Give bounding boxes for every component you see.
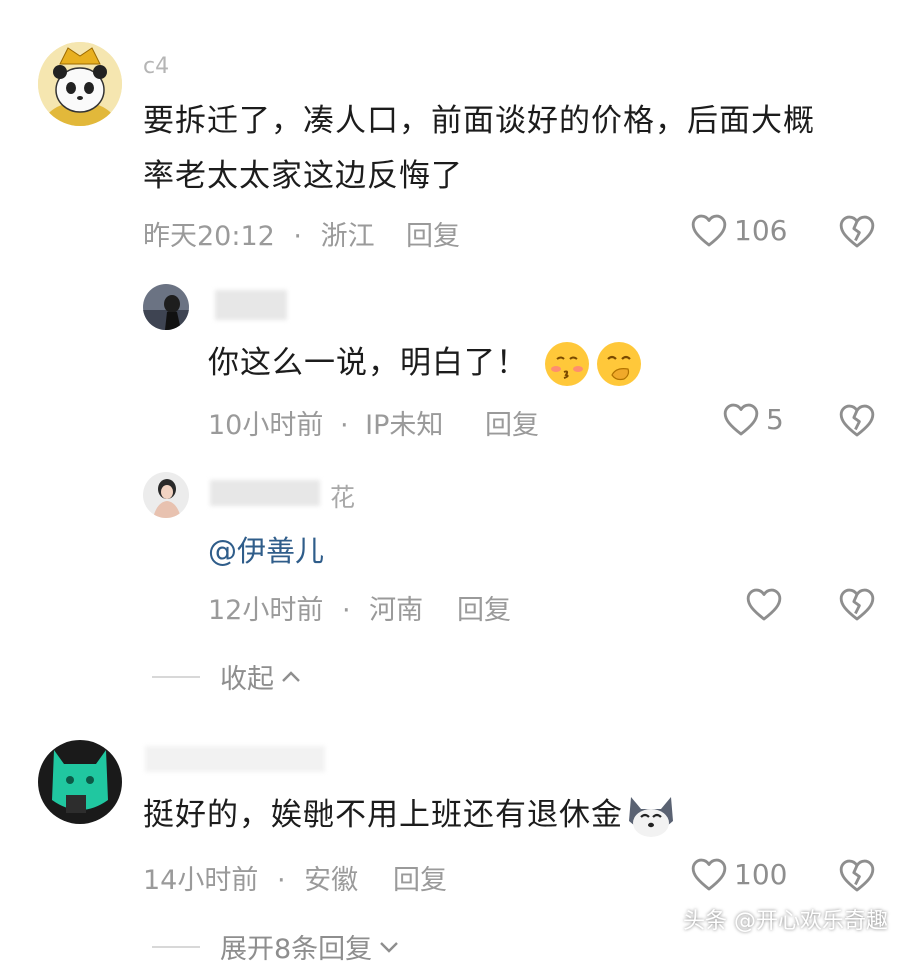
replier-1-username-blurred bbox=[215, 290, 287, 320]
portrait-avatar-icon bbox=[143, 284, 189, 330]
green-avatar-icon bbox=[38, 740, 122, 824]
commenter-2-username-blurred bbox=[145, 746, 325, 772]
reply-2-meta: 12小时前 · 河南 bbox=[208, 588, 423, 627]
comment-2-like-button[interactable]: 100 bbox=[690, 856, 787, 892]
divider-line bbox=[152, 945, 200, 948]
reply-1-text: 你这么一说，明白了！ bbox=[208, 338, 644, 389]
divider-line bbox=[152, 675, 200, 678]
comment-2-time: 14小时前 bbox=[143, 865, 259, 896]
collapse-replies-button[interactable]: 收起 bbox=[152, 657, 302, 696]
comment-2-location: 安徽 bbox=[304, 865, 359, 896]
expand-replies-button[interactable]: 展开8条回复 bbox=[152, 927, 400, 966]
avatar-commenter-2[interactable] bbox=[38, 740, 122, 824]
comment-1-meta: 昨天20:12 · 浙江 bbox=[143, 214, 375, 253]
meta-separator: · bbox=[276, 865, 286, 896]
comment-1-text-line1: 要拆迁了，凑人口，前面谈好的价格，后面大概 bbox=[143, 103, 815, 139]
comment-1-text-line2: 率老太太家这边反悔了 bbox=[143, 158, 463, 194]
husky-emoji-icon bbox=[629, 796, 673, 837]
reply-1-like-count: 5 bbox=[766, 402, 784, 436]
comment-2-like-count: 100 bbox=[734, 857, 788, 891]
broken-heart-icon bbox=[839, 215, 875, 248]
panda-avatar-icon bbox=[38, 42, 122, 126]
replier-2-username[interactable]: 花 bbox=[330, 478, 355, 514]
reply-2-time: 12小时前 bbox=[208, 595, 324, 626]
heart-icon bbox=[691, 214, 727, 247]
comment-2-text: 挺好的，娭毑不用上班还有退休金 bbox=[143, 790, 677, 841]
reply-2-location: 河南 bbox=[369, 595, 424, 626]
reply-2-dislike-button[interactable] bbox=[838, 586, 876, 626]
comment-1-time: 昨天20:12 bbox=[143, 221, 275, 252]
broken-heart-icon bbox=[839, 588, 875, 621]
chevron-up-icon bbox=[282, 670, 300, 682]
meta-separator: · bbox=[341, 595, 351, 626]
collapse-label: 收起 bbox=[220, 664, 274, 695]
comment-2-reply-button[interactable]: 回复 bbox=[393, 858, 447, 897]
comment-2-dislike-button[interactable] bbox=[838, 857, 876, 897]
cover-mouth-emoji-icon bbox=[597, 341, 641, 386]
comment-1-reply-button[interactable]: 回复 bbox=[406, 214, 460, 253]
watermark: 头条 @开心欢乐奇趣 bbox=[683, 909, 888, 934]
heart-icon bbox=[746, 588, 782, 621]
comment-1-like-count: 106 bbox=[734, 213, 788, 247]
reply-1-text-content: 你这么一说，明白了！ bbox=[208, 345, 528, 381]
meta-separator: · bbox=[339, 410, 349, 441]
comment-1-like-button[interactable]: 106 bbox=[690, 212, 787, 248]
heart-icon bbox=[691, 858, 727, 891]
comment-1-location: 浙江 bbox=[320, 221, 375, 252]
kiss-emoji-icon bbox=[545, 341, 589, 386]
avatar-replier-2[interactable] bbox=[143, 472, 189, 518]
avatar-commenter-1[interactable] bbox=[38, 42, 122, 126]
meta-separator: · bbox=[293, 221, 302, 252]
reply-2-like-button[interactable] bbox=[745, 586, 789, 622]
reply-1-reply-button[interactable]: 回复 bbox=[485, 403, 539, 442]
reply-1-dislike-button[interactable] bbox=[838, 402, 876, 442]
avatar-replier-1[interactable] bbox=[143, 284, 189, 330]
comment-1-dislike-button[interactable] bbox=[838, 213, 876, 253]
reply-1-meta: 10小时前 · IP未知 bbox=[208, 403, 443, 442]
replier-2-username-blurred bbox=[210, 480, 320, 506]
comment-2-text-content: 挺好的，娭毑不用上班还有退休金 bbox=[143, 797, 623, 833]
comment-2-meta: 14小时前 · 安徽 bbox=[143, 858, 358, 897]
reply-2-reply-button[interactable]: 回复 bbox=[457, 588, 511, 627]
reply-2-mention-link[interactable]: @伊善儿 bbox=[208, 528, 324, 570]
broken-heart-icon bbox=[839, 859, 875, 892]
expand-label: 展开8条回复 bbox=[220, 934, 373, 965]
reply-1-time: 10小时前 bbox=[208, 410, 324, 441]
reply-1-location: IP未知 bbox=[365, 410, 444, 441]
heart-icon bbox=[723, 403, 759, 436]
reply-1-like-button[interactable]: 5 bbox=[722, 401, 784, 437]
portrait-avatar-icon bbox=[143, 472, 189, 518]
broken-heart-icon bbox=[839, 404, 875, 437]
chevron-down-icon bbox=[380, 941, 399, 953]
commenter-1-username[interactable]: c4 bbox=[143, 54, 169, 79]
